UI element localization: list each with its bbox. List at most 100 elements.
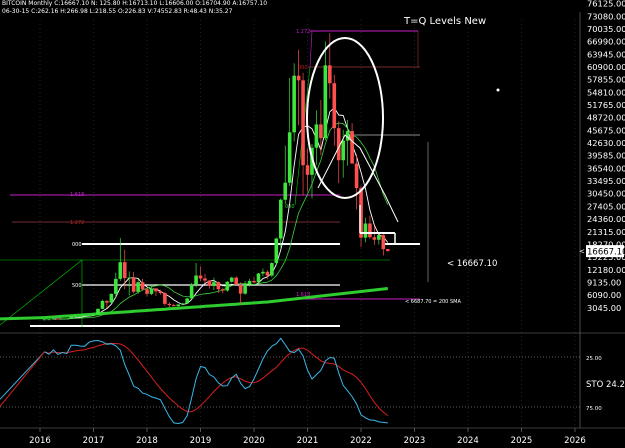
candle-body xyxy=(385,249,390,252)
candle-body xyxy=(328,65,332,84)
price-tick-label: 30450.00 xyxy=(587,189,625,199)
candle-body xyxy=(296,75,301,81)
year-label: 2024 xyxy=(457,436,479,446)
price-tick-label: 36540.00 xyxy=(587,163,625,173)
candle-body xyxy=(198,275,203,279)
candle-body xyxy=(136,282,140,292)
candle-body xyxy=(319,124,323,139)
price-tick-label: 63945.00 xyxy=(587,49,625,59)
candle-body xyxy=(91,314,96,316)
candle-body xyxy=(261,271,265,274)
candle-body xyxy=(131,277,136,292)
candle-body xyxy=(114,278,118,294)
price-tick-label: 12180.00 xyxy=(587,265,625,275)
candle-body xyxy=(127,277,132,279)
candle-body xyxy=(158,291,163,294)
candle-body xyxy=(69,316,74,319)
price-tick-label: 54810.00 xyxy=(587,87,625,97)
candle-body xyxy=(185,298,189,304)
price-tick-label: 57855.00 xyxy=(587,75,625,85)
candle-body xyxy=(323,65,328,139)
header-line-2: 06-30-15 C:262.16 H:266.98 L:218.55 O:22… xyxy=(2,8,233,15)
fib-label: 1.618 xyxy=(70,192,84,198)
price-tick-label: 27405.00 xyxy=(587,201,625,211)
price-tick-label: 45675.00 xyxy=(587,125,625,135)
year-label: 2019 xyxy=(190,436,212,446)
candle-body xyxy=(363,223,368,238)
sto-label: STO xyxy=(586,380,604,390)
fib-label: 1.272 xyxy=(70,220,84,226)
candle-body xyxy=(372,237,377,240)
candle-body xyxy=(149,288,154,294)
candle-body xyxy=(140,282,145,290)
fib-label: 000 xyxy=(298,65,308,71)
candle-body xyxy=(292,75,296,133)
candle-body xyxy=(96,308,100,315)
price-tick-label: 76125.00 xyxy=(587,0,625,9)
candle-body xyxy=(163,293,167,304)
btc-monthly-chart[interactable]: 1.2720001.6181.2720005001.618000 < 16667… xyxy=(0,0,625,448)
chart-title: T=Q Levels New xyxy=(404,16,487,27)
sto-value: 24.2 xyxy=(606,380,625,390)
candle-body xyxy=(64,318,69,320)
sma-200-line-lead xyxy=(0,316,45,321)
candle-body xyxy=(42,319,47,321)
candle-body xyxy=(51,318,56,320)
candle-body xyxy=(354,163,359,189)
last-price-value: 16667.10 xyxy=(587,248,625,258)
price-tick-label: 39585.00 xyxy=(587,151,625,161)
candle-body xyxy=(118,262,123,279)
candle-body xyxy=(207,280,212,286)
candle-body xyxy=(212,282,216,286)
candle-body xyxy=(252,280,256,283)
price-tick-label: 70035.00 xyxy=(587,24,625,34)
candle-body xyxy=(381,235,386,250)
last-price-callout: < 16667.10 xyxy=(447,259,497,269)
price-tick-label: 33495.00 xyxy=(587,176,625,186)
candle-body xyxy=(247,280,252,285)
year-label: 2016 xyxy=(29,436,51,446)
candle-body xyxy=(287,132,292,183)
year-label: 2018 xyxy=(136,436,158,446)
marker-dot xyxy=(496,88,500,92)
candle-body xyxy=(145,289,149,294)
candle-body xyxy=(229,277,234,282)
sto-level-label: 75.00 xyxy=(586,406,602,412)
candle-body xyxy=(109,293,114,303)
candle-body xyxy=(283,182,288,200)
year-label: 2017 xyxy=(83,436,105,446)
year-label: 2022 xyxy=(350,436,372,446)
candle-body xyxy=(180,303,185,305)
candle-body xyxy=(350,131,354,164)
candle-body xyxy=(203,278,207,281)
candle-body xyxy=(274,238,279,264)
candle-body xyxy=(332,83,337,129)
price-tick-label: 21315.00 xyxy=(587,227,625,237)
candle-body xyxy=(341,140,345,161)
candle-body xyxy=(189,284,194,299)
candle-body xyxy=(100,300,105,309)
candle-body xyxy=(234,277,238,285)
candle-body xyxy=(56,318,60,320)
year-label: 2026 xyxy=(564,436,586,446)
candle-body xyxy=(167,303,172,306)
candle-body xyxy=(154,288,158,292)
candle-body xyxy=(176,304,181,307)
year-label: 2021 xyxy=(297,436,319,446)
candle-body xyxy=(225,281,230,291)
sma-label: < 6687.70 = 200 SMA xyxy=(405,299,461,305)
price-tick-label: 9135.00 xyxy=(587,278,621,288)
sto-level-label: 25.00 xyxy=(586,356,602,362)
price-tick-label: 48720.00 xyxy=(587,113,625,123)
candle-body xyxy=(82,315,87,317)
fib-label: 1.272 xyxy=(296,29,310,35)
price-tick-label: 66990.00 xyxy=(587,37,625,47)
header-line-1: BITCOIN Monthly C:16667.10 N: 125.80 H:1… xyxy=(2,0,268,7)
candle-body xyxy=(122,262,127,279)
price-tick-label: 3045.00 xyxy=(587,303,621,313)
candle-body xyxy=(238,284,243,294)
candle-body xyxy=(301,80,305,166)
price-tick-label: 24360.00 xyxy=(587,214,625,224)
candle-body xyxy=(73,316,78,318)
price-tick-label: 51765.00 xyxy=(587,100,625,110)
